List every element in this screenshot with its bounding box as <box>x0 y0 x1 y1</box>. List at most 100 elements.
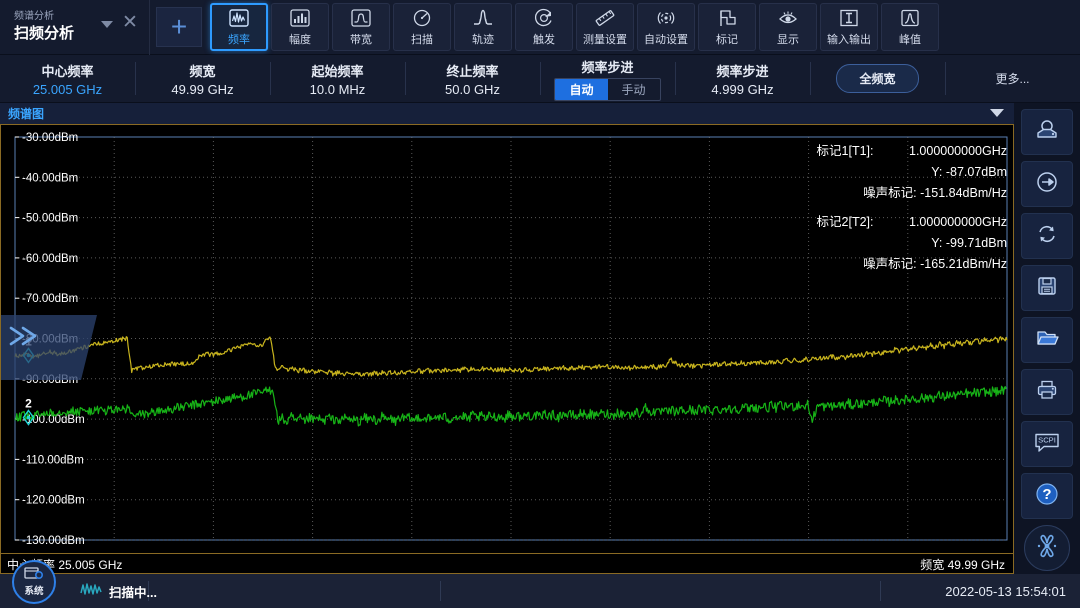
chevron-down-icon[interactable] <box>101 21 113 28</box>
amplitude-bars-icon <box>288 7 312 29</box>
param-label: 频率步进 <box>581 57 633 76</box>
rail-button-save[interactable] <box>1021 265 1073 311</box>
sweep-clock-icon <box>410 7 434 29</box>
rail-button-open[interactable] <box>1021 317 1073 363</box>
marker-2-freq: 1.000000000GHz <box>877 212 1007 233</box>
display-eye-icon <box>776 7 800 29</box>
svg-text:2: 2 <box>25 396 32 410</box>
toolbar-button-marker[interactable]: 标记 <box>698 3 756 51</box>
toolbar-button-bandwidth[interactable]: 带宽 <box>332 3 390 51</box>
spectrum-chart[interactable]: -30.00dBm -40.00dBm -50.00dBm -60.00dBm -70.… <box>0 124 1014 554</box>
rail-button-apps[interactable] <box>1024 525 1070 571</box>
step-mode-toggle[interactable]: 自动 手动 <box>554 78 660 101</box>
full-span-button[interactable]: 全频宽 <box>836 64 918 93</box>
rail-button-print[interactable] <box>1021 369 1073 415</box>
system-button[interactable]: 系统 <box>12 560 56 604</box>
toolbar-button-measure-settings[interactable]: 测量设置 <box>576 3 634 51</box>
rail-button-next[interactable] <box>1021 161 1073 207</box>
arrow-right-circle-icon <box>1034 170 1060 199</box>
measure-ruler-icon <box>593 7 617 29</box>
param-start-frequency[interactable]: 起始频率 10.0 MHz <box>270 55 405 102</box>
param-stop-frequency[interactable]: 终止频率 50.0 GHz <box>405 55 540 102</box>
marker-2-row-y: Y: -99.71dBm <box>802 233 1007 254</box>
floppy-save-icon <box>1034 274 1060 303</box>
trace-peak-icon <box>471 7 495 29</box>
toolbar-button-trace[interactable]: 轨迹 <box>454 3 512 51</box>
toolbar-button-label: 轨迹 <box>472 31 494 47</box>
y-axis-tick-label: -130.00dBm <box>22 535 85 547</box>
folder-open-icon <box>1034 326 1060 355</box>
trace-2 <box>15 386 1006 426</box>
y-axis-tick-label: -60.00dBm <box>22 253 78 265</box>
param-value: 49.99 GHz <box>171 82 233 97</box>
rail-button-help[interactable]: ? <box>1021 473 1073 519</box>
trigger-target-icon <box>532 7 556 29</box>
y-axis-tick-label: -40.00dBm <box>22 172 78 184</box>
panel-expand-handle[interactable] <box>1 315 97 380</box>
y-axis-tick-label: -70.00dBm <box>22 293 78 305</box>
marker-readout-panel: 标记1[T1]: 1.000000000GHz Y: -87.07dBm 噪声标… <box>802 141 1007 275</box>
peak-icon <box>898 7 922 29</box>
y-axis-tick-label: -50.00dBm <box>22 213 78 225</box>
param-center-frequency[interactable]: 中心频率 25.005 GHz <box>0 55 135 102</box>
toolbar-button-autoset[interactable]: 自动设置 <box>637 3 695 51</box>
spectrum-analyzer-app: 频谱分析 扫频分析 ✕ + 频率 幅度 带宽 <box>0 0 1080 608</box>
y-axis-tick-label: -110.00dBm <box>22 454 84 466</box>
chevron-down-icon[interactable] <box>990 109 1004 117</box>
rail-button-refresh[interactable] <box>1021 213 1073 259</box>
more-button[interactable]: 更多... <box>995 70 1029 87</box>
marker-1-y-value: -87.07dBm <box>946 165 1007 179</box>
toolbar-button-amplitude[interactable]: 幅度 <box>271 3 329 51</box>
mode-tab[interactable]: 频谱分析 扫频分析 ✕ <box>0 0 150 55</box>
toolbar-button-trigger[interactable]: 触发 <box>515 3 573 51</box>
step-mode-manual[interactable]: 手动 <box>608 79 660 100</box>
page-title: 频谱图 <box>0 105 44 122</box>
rail-button-screenshot[interactable] <box>1021 109 1073 155</box>
step-mode-auto[interactable]: 自动 <box>555 79 607 100</box>
param-span[interactable]: 频宽 49.99 GHz <box>135 55 270 102</box>
status-text: 扫描中... <box>109 582 157 601</box>
toolbar-button-label: 幅度 <box>289 31 311 47</box>
top-toolbar: 频谱分析 扫频分析 ✕ + 频率 幅度 带宽 <box>0 0 1080 55</box>
status-sweep: 扫描中... <box>80 581 157 602</box>
chart-footer-span: 频宽 49.99 GHz <box>920 556 1005 573</box>
param-label: 终止频率 <box>446 61 498 80</box>
status-clock: 2022-05-13 15:54:01 <box>945 584 1066 599</box>
param-value: 4.999 GHz <box>711 82 773 97</box>
param-label: 中心频率 <box>41 61 93 80</box>
toolbar-button-frequency[interactable]: 频率 <box>210 3 268 51</box>
marker-flag-icon <box>715 7 739 29</box>
marker-1-row-y: Y: -87.07dBm <box>802 162 1007 183</box>
marker-1-freq: 1.000000000GHz <box>877 141 1007 162</box>
marker-2-y-label: Y: <box>931 236 942 250</box>
parameter-bar: 中心频率 25.005 GHz 频宽 49.99 GHz 起始频率 10.0 M… <box>0 55 1080 103</box>
toolbar-button-input-output[interactable]: 输入输出 <box>820 3 878 51</box>
add-tab-button[interactable]: + <box>156 7 202 47</box>
scpi-bubble-icon: SCPI <box>1032 430 1062 459</box>
toolbar-button-display[interactable]: 显示 <box>759 3 817 51</box>
marker-1-row-freq: 标记1[T1]: 1.000000000GHz <box>802 141 1007 162</box>
close-icon[interactable]: ✕ <box>121 14 139 32</box>
y-axis-tick-label: -120.00dBm <box>22 495 85 507</box>
rail-button-scpi[interactable]: SCPI <box>1021 421 1073 467</box>
full-span-cell: 全频宽 <box>810 55 945 102</box>
param-step-mode[interactable]: 频率步进 自动 手动 <box>540 55 675 102</box>
y-axis-tick-label: -30.00dBm <box>22 132 78 144</box>
spectrum-frequency-icon <box>227 7 251 29</box>
param-value: 10.0 MHz <box>310 82 366 97</box>
marker-1-noise-label: 噪声标记: <box>863 186 916 200</box>
param-step-value[interactable]: 频率步进 4.999 GHz <box>675 55 810 102</box>
toolbar-button-label: 触发 <box>533 31 555 47</box>
marker-1-name: 标记1[T1]: <box>802 141 874 162</box>
param-value: 50.0 GHz <box>445 82 500 97</box>
toolbar-button-sweep[interactable]: 扫描 <box>393 3 451 51</box>
marker-2-noise-label: 噪声标记: <box>863 257 916 271</box>
param-value: 25.005 GHz <box>33 82 102 97</box>
toolbar-button-peak[interactable]: 峰值 <box>881 3 939 51</box>
bottom-status-bar: 扫描中... 2022-05-13 15:54:01 <box>0 574 1080 608</box>
param-label: 频宽 <box>189 61 215 80</box>
marker-2-row-freq: 标记2[T2]: 1.000000000GHz <box>802 212 1007 233</box>
app-flower-icon <box>1032 531 1062 566</box>
toolbar-button-label: 输入输出 <box>827 31 871 47</box>
toolbar-button-label: 扫描 <box>411 31 433 47</box>
